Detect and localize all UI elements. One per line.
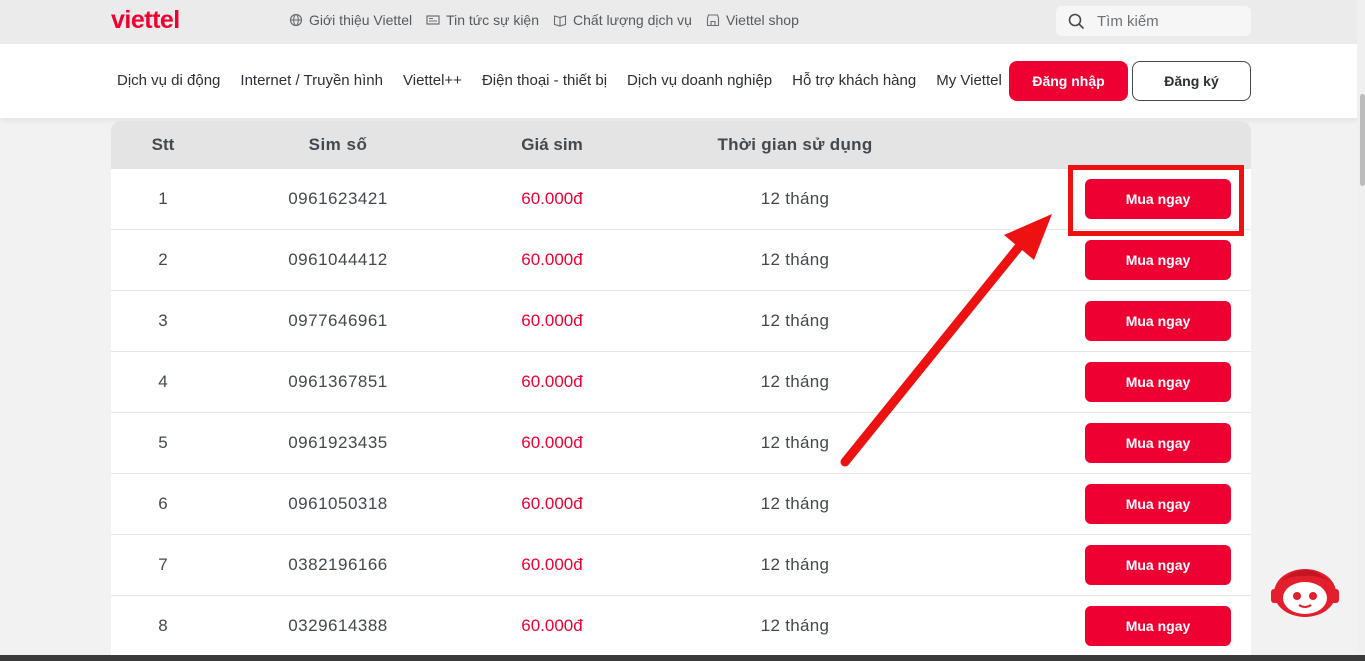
main-navigation: Dịch vụ di động Internet / Truyền hình V… bbox=[0, 44, 1360, 118]
row-price: 60.000đ bbox=[521, 494, 583, 513]
row-sim-number: 0329614388 bbox=[288, 616, 388, 635]
row-price: 60.000đ bbox=[521, 250, 583, 269]
row-sim-number: 0977646961 bbox=[288, 311, 388, 330]
scrollbar-thumb[interactable] bbox=[1360, 94, 1365, 186]
search-input[interactable] bbox=[1097, 12, 1237, 30]
row-stt: 6 bbox=[158, 494, 168, 513]
buy-button-row-4[interactable]: Mua ngay bbox=[1085, 362, 1231, 402]
row-duration: 12 tháng bbox=[760, 189, 830, 208]
globe-icon bbox=[289, 13, 303, 27]
util-item-shop[interactable]: Viettel shop bbox=[706, 12, 799, 28]
util-item-label: Viettel shop bbox=[725, 12, 799, 28]
row-sim-number: 0961050318 bbox=[288, 494, 388, 513]
nav-item-doanh-nghiep[interactable]: Dịch vụ doanh nghiệp bbox=[627, 72, 772, 89]
row-price: 60.000đ bbox=[521, 555, 583, 574]
nav-item-my-viettel[interactable]: My Viettel bbox=[936, 72, 1002, 89]
row-price: 60.000đ bbox=[521, 311, 583, 330]
main-menu: Dịch vụ di động Internet / Truyền hình V… bbox=[117, 72, 1022, 89]
util-item-gioi-thieu[interactable]: Giới thiệu Viettel bbox=[289, 12, 412, 28]
row-duration: 12 tháng bbox=[760, 372, 830, 391]
row-stt: 4 bbox=[158, 372, 168, 391]
search-icon[interactable] bbox=[1068, 13, 1085, 30]
row-sim-number: 0961044412 bbox=[288, 250, 388, 269]
table-row: 3 0977646961 60.000đ 12 tháng Mua ngay bbox=[111, 291, 1251, 352]
newspaper-icon bbox=[426, 15, 440, 25]
util-item-label: Chất lượng dịch vụ bbox=[573, 12, 692, 28]
row-duration: 12 tháng bbox=[760, 311, 830, 330]
row-stt: 5 bbox=[158, 433, 168, 452]
header-duration: Thời gian sử dụng bbox=[717, 135, 873, 154]
row-price: 60.000đ bbox=[521, 433, 583, 452]
row-duration: 12 tháng bbox=[760, 555, 830, 574]
table-row: 6 0961050318 60.000đ 12 tháng Mua ngay bbox=[111, 474, 1251, 535]
row-duration: 12 tháng bbox=[760, 433, 830, 452]
row-price: 60.000đ bbox=[521, 372, 583, 391]
header-sim: Sim số bbox=[308, 135, 368, 154]
util-item-label: Tin tức sự kiện bbox=[446, 12, 540, 28]
nav-item-viettel-plus[interactable]: Viettel++ bbox=[403, 72, 462, 89]
table-row: 8 0329614388 60.000đ 12 tháng Mua ngay bbox=[111, 596, 1251, 657]
table-row: 5 0961923435 60.000đ 12 tháng Mua ngay bbox=[111, 413, 1251, 474]
bottom-strip bbox=[0, 655, 1365, 661]
nav-item-internet[interactable]: Internet / Truyền hình bbox=[240, 72, 383, 89]
nav-item-dien-thoai[interactable]: Điện thoại - thiết bị bbox=[482, 72, 607, 89]
header-stt: Stt bbox=[151, 135, 175, 154]
row-sim-number: 0961923435 bbox=[288, 433, 388, 452]
buy-button-row-6[interactable]: Mua ngay bbox=[1085, 484, 1231, 524]
buy-button-row-3[interactable]: Mua ngay bbox=[1085, 301, 1231, 341]
row-price: 60.000đ bbox=[521, 616, 583, 635]
book-icon bbox=[553, 15, 567, 27]
util-item-tin-tuc[interactable]: Tin tức sự kiện bbox=[426, 12, 539, 28]
row-sim-number: 0961367851 bbox=[288, 372, 388, 391]
util-item-label: Giới thiệu Viettel bbox=[309, 12, 413, 28]
row-stt: 3 bbox=[158, 311, 168, 330]
row-stt: 8 bbox=[158, 616, 168, 635]
buy-button-row-2[interactable]: Mua ngay bbox=[1085, 240, 1231, 280]
table-header: Stt Sim số Giá sim Thời gian sử dụng bbox=[111, 121, 1251, 169]
viettel-logo[interactable]: viettel bbox=[111, 6, 180, 35]
table-row: 7 0382196166 60.000đ 12 tháng Mua ngay bbox=[111, 535, 1251, 596]
nav-item-dich-vu-di-dong[interactable]: Dịch vụ di động bbox=[117, 72, 220, 89]
buy-button-row-8[interactable]: Mua ngay bbox=[1085, 606, 1231, 646]
row-duration: 12 tháng bbox=[760, 616, 830, 635]
row-duration: 12 tháng bbox=[760, 250, 830, 269]
top-utility-bar: viettel Giới thiệu Viettel Tin tức sự ki… bbox=[0, 0, 1360, 44]
row-price: 60.000đ bbox=[521, 189, 583, 208]
row-stt: 7 bbox=[158, 555, 168, 574]
table-row: 2 0961044412 60.000đ 12 tháng Mua ngay bbox=[111, 230, 1251, 291]
store-icon bbox=[706, 14, 720, 27]
util-item-chat-luong[interactable]: Chất lượng dịch vụ bbox=[553, 12, 692, 28]
highlight-box bbox=[1068, 165, 1244, 236]
buy-button-row-5[interactable]: Mua ngay bbox=[1085, 423, 1231, 463]
table-row: 4 0961367851 60.000đ 12 tháng Mua ngay bbox=[111, 352, 1251, 413]
utility-nav: Giới thiệu Viettel Tin tức sự kiện Chất … bbox=[289, 12, 799, 28]
chatbot-mascot-icon[interactable] bbox=[1271, 563, 1339, 619]
buy-button-row-7[interactable]: Mua ngay bbox=[1085, 545, 1231, 585]
row-sim-number: 0961623421 bbox=[288, 189, 388, 208]
register-button[interactable]: Đăng ký bbox=[1132, 61, 1251, 101]
login-button[interactable]: Đăng nhập bbox=[1009, 61, 1128, 101]
row-stt: 1 bbox=[158, 189, 168, 208]
nav-item-ho-tro[interactable]: Hỗ trợ khách hàng bbox=[792, 72, 916, 89]
row-sim-number: 0382196166 bbox=[288, 555, 388, 574]
row-duration: 12 tháng bbox=[760, 494, 830, 513]
search-box bbox=[1056, 6, 1251, 36]
header-price: Giá sim bbox=[521, 135, 583, 154]
row-stt: 2 bbox=[158, 250, 168, 269]
